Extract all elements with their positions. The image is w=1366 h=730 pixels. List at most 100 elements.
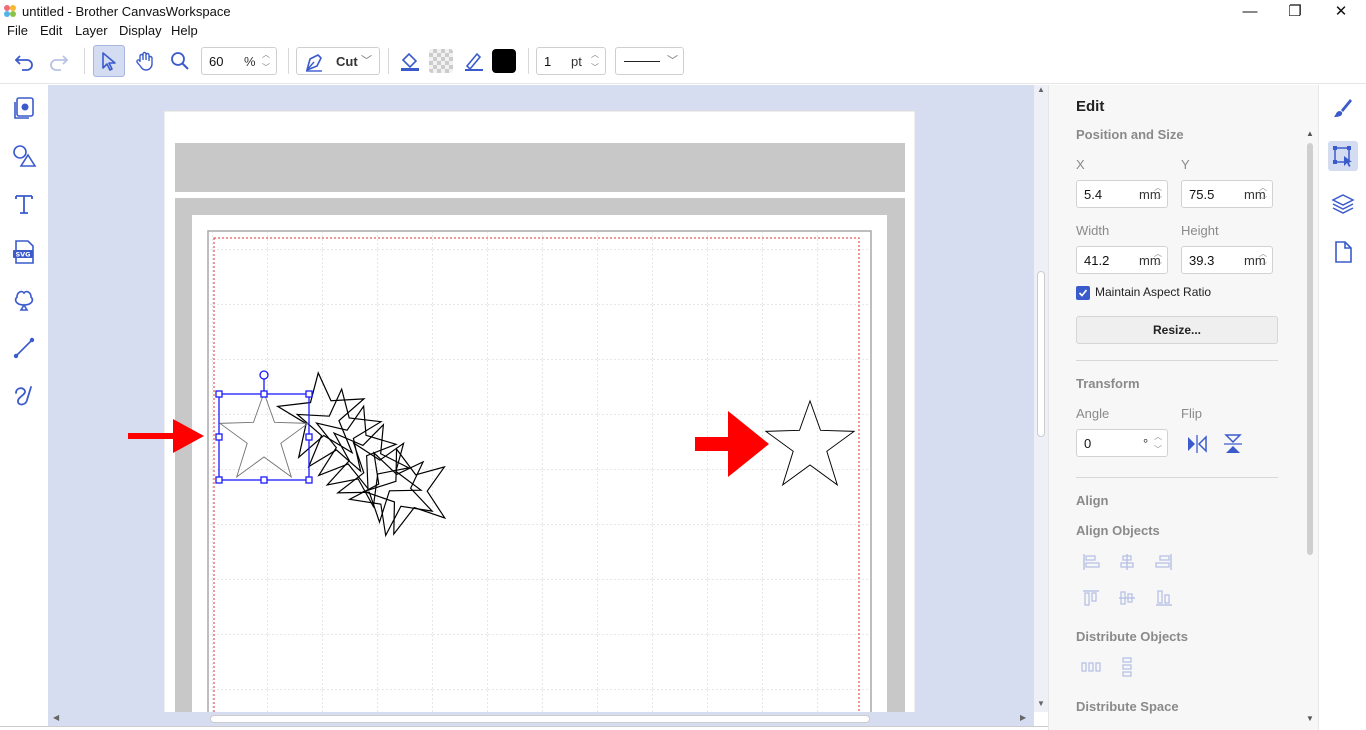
shapes-button[interactable] (9, 141, 39, 171)
y-stepper[interactable]: ︿ ﹀ (1256, 182, 1270, 206)
line-width-input[interactable]: 1 pt ︿ ﹀ (536, 47, 606, 75)
resize-handle[interactable] (305, 390, 313, 398)
align-bottom-button[interactable] (1152, 586, 1176, 610)
chevron-up-icon[interactable]: ︿ (1154, 182, 1162, 193)
solid-line-icon (624, 61, 660, 62)
tab-edit[interactable] (1328, 141, 1358, 171)
align-top-button[interactable] (1079, 586, 1103, 610)
resize-handle[interactable] (260, 476, 268, 484)
tab-fill-stroke[interactable] (1328, 93, 1358, 123)
scroll-right-icon[interactable]: ▶ (1020, 713, 1026, 722)
canvas-drawing[interactable] (48, 85, 1034, 712)
black-swatch-icon (492, 49, 516, 73)
chevron-up-icon[interactable]: ︿ (262, 49, 270, 60)
toolbar-divider (528, 48, 529, 74)
scroll-up-icon[interactable]: ▲ (1306, 129, 1314, 138)
stroke-color-button[interactable] (458, 45, 490, 77)
chevron-down-icon[interactable]: ﹀ (1154, 261, 1162, 272)
resize-handle[interactable] (215, 390, 223, 398)
stroke-color-swatch[interactable] (488, 45, 520, 77)
svg-import-button[interactable]: SVG (9, 237, 39, 267)
chevron-down-icon[interactable]: ﹀ (1154, 444, 1162, 455)
menu-edit[interactable]: Edit (40, 23, 62, 38)
restore-button[interactable]: ❐ (1272, 0, 1318, 22)
menu-display[interactable]: Display (119, 23, 162, 38)
undo-button[interactable] (8, 45, 40, 77)
distribute-horizontal-button[interactable] (1079, 655, 1103, 679)
y-field[interactable]: 75.5 mm ︿ ﹀ (1181, 180, 1273, 208)
resize-button[interactable]: Resize... (1076, 316, 1278, 344)
width-field[interactable]: 41.2 mm ︿ ﹀ (1076, 246, 1168, 274)
distribute-vertical-icon (1122, 657, 1132, 677)
resize-handle[interactable] (215, 476, 223, 484)
chevron-up-icon[interactable]: ︿ (1154, 431, 1162, 442)
x-field[interactable]: 5.4 mm ︿ ﹀ (1076, 180, 1168, 208)
fill-transparent-swatch[interactable] (425, 45, 457, 77)
angle-stepper[interactable]: ︿ ﹀ (1151, 431, 1165, 455)
menu-file[interactable]: File (7, 23, 28, 38)
x-stepper[interactable]: ︿ ﹀ (1151, 182, 1165, 206)
redo-button[interactable] (43, 45, 75, 77)
panel-scroll-thumb[interactable] (1307, 143, 1313, 555)
cut-pattern-icon (14, 290, 34, 311)
minimize-button[interactable]: — (1227, 0, 1273, 22)
flip-vertical-button[interactable] (1221, 432, 1245, 456)
vertical-scroll-thumb[interactable] (1037, 271, 1045, 437)
aspect-ratio-checkbox[interactable] (1076, 286, 1090, 300)
line-style-dropdown[interactable]: ﹀ (615, 47, 684, 75)
horizontal-scroll-thumb[interactable] (210, 715, 870, 723)
rotate-handle[interactable] (259, 370, 269, 380)
close-button[interactable]: ✕ (1318, 0, 1364, 22)
chevron-up-icon[interactable]: ︿ (1259, 248, 1267, 259)
resize-handle[interactable] (305, 476, 313, 484)
canvas-vertical-scrollbar[interactable]: ▲ ▼ (1034, 85, 1048, 712)
align-bottom-icon (1156, 590, 1172, 606)
zoom-tool-button[interactable] (164, 45, 196, 77)
chevron-down-icon[interactable]: ﹀ (262, 62, 270, 73)
chevron-up-icon[interactable]: ︿ (591, 49, 599, 60)
scroll-down-icon[interactable]: ▼ (1306, 714, 1314, 723)
tab-layers[interactable] (1328, 189, 1358, 219)
cut-patterns-button[interactable] (9, 285, 39, 315)
text-button[interactable] (9, 189, 39, 219)
chevron-up-icon[interactable]: ︿ (1259, 182, 1267, 193)
zoom-stepper[interactable]: ︿ ﹀ (258, 49, 274, 73)
fill-color-button[interactable] (394, 45, 426, 77)
chevron-down-icon[interactable]: ﹀ (1259, 195, 1267, 206)
canvas-area[interactable] (48, 85, 1034, 712)
zoom-input[interactable]: 60 % ︿ ﹀ (201, 47, 277, 75)
align-middle-button[interactable] (1115, 586, 1139, 610)
panel-scrollbar[interactable]: ▲ ▼ (1305, 129, 1315, 729)
select-tool-button[interactable] (93, 45, 125, 77)
menu-layer[interactable]: Layer (75, 23, 108, 38)
resize-handle[interactable] (215, 433, 223, 441)
scroll-down-icon[interactable]: ▼ (1037, 699, 1045, 708)
width-stepper[interactable]: ︿ ﹀ (1151, 248, 1165, 272)
line-tool-button[interactable] (9, 333, 39, 363)
align-center-button[interactable] (1115, 550, 1139, 574)
pages-button[interactable] (9, 93, 39, 123)
flip-horizontal-button[interactable] (1185, 432, 1209, 456)
menu-help[interactable]: Help (171, 23, 198, 38)
resize-handle[interactable] (260, 390, 268, 398)
angle-field[interactable]: 0 ° ︿ ﹀ (1076, 429, 1168, 457)
resize-handle[interactable] (305, 433, 313, 441)
height-stepper[interactable]: ︿ ﹀ (1256, 248, 1270, 272)
align-right-button[interactable] (1152, 550, 1176, 574)
chevron-up-icon[interactable]: ︿ (1154, 248, 1162, 259)
scroll-up-icon[interactable]: ▲ (1037, 85, 1045, 94)
cut-mode-dropdown[interactable]: Cut ﹀ (296, 47, 380, 75)
canvas-horizontal-scrollbar[interactable]: ◀ ▶ (48, 712, 1034, 726)
chevron-down-icon[interactable]: ﹀ (1154, 195, 1162, 206)
line-width-stepper[interactable]: ︿ ﹀ (587, 49, 603, 73)
flip-horizontal-icon (1188, 435, 1207, 453)
hand-tool-button[interactable] (129, 45, 161, 77)
distribute-vertical-button[interactable] (1115, 655, 1139, 679)
chevron-down-icon[interactable]: ﹀ (1259, 261, 1267, 272)
height-field[interactable]: 39.3 mm ︿ ﹀ (1181, 246, 1273, 274)
freehand-button[interactable] (9, 381, 39, 411)
align-left-button[interactable] (1079, 550, 1103, 574)
scroll-left-icon[interactable]: ◀ (53, 713, 59, 722)
tab-page[interactable] (1328, 237, 1358, 267)
chevron-down-icon[interactable]: ﹀ (591, 62, 599, 73)
